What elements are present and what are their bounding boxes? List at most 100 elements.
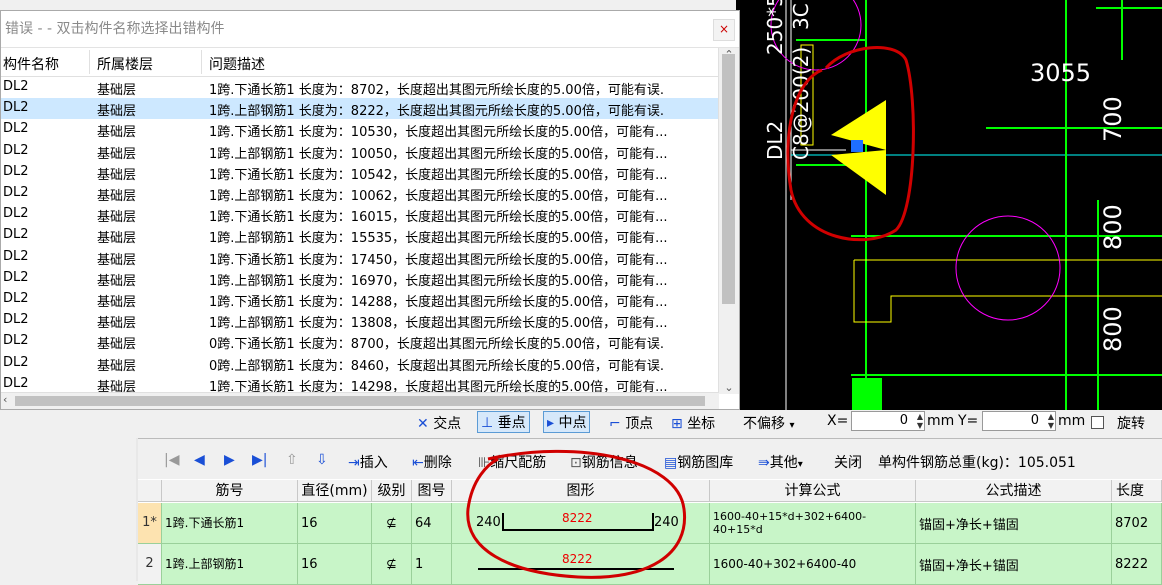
floor-name: 基础层 xyxy=(97,316,137,332)
floor-name: 基础层 xyxy=(97,83,137,98)
grade-icon: ⊈ xyxy=(386,556,397,572)
next-record-icon[interactable]: ▶ xyxy=(224,452,235,468)
snap-intersection[interactable]: ✕ 交点 xyxy=(417,413,461,433)
insert-button[interactable]: ⇥插入 xyxy=(348,452,388,472)
floor-name: 基础层 xyxy=(97,146,137,162)
component-name: DL2 xyxy=(3,312,29,328)
floor-name: 基础层 xyxy=(97,337,137,353)
column-header-diameter[interactable]: 直径(mm) xyxy=(298,480,372,502)
error-list: DL2 基础层 1跨.下通长筋1 长度为：8702，长度超出其图元所绘长度的5.00… xyxy=(1,77,719,395)
column-header-formula-desc[interactable]: 公式描述 xyxy=(916,480,1112,502)
first-record-icon[interactable]: |◀ xyxy=(164,452,179,468)
scroll-left-icon[interactable]: ‹ xyxy=(3,393,7,406)
list-item[interactable]: DL2 基础层 1跨.下通长筋1 长度为：10530，长度超出其图元所绘长度的5.0… xyxy=(1,119,719,140)
list-item[interactable]: DL2 基础层 1跨.上部钢筋1 长度为：15535，长度超出其图元所绘长度的5.0… xyxy=(1,225,719,246)
last-record-icon[interactable]: ▶| xyxy=(252,452,267,468)
component-name: DL2 xyxy=(3,79,29,94)
diameter-cell[interactable]: 16 xyxy=(298,503,372,543)
x-label: X= xyxy=(827,413,849,429)
close-panel-button[interactable]: 关闭 xyxy=(834,452,862,472)
formula-value: 1600-40+15*d+302+6400-40+15*d xyxy=(713,510,867,536)
length-value: 8222 xyxy=(1115,556,1149,572)
list-item[interactable]: DL2 基础层 1跨.上部钢筋1 长度为：8222，长度超出其图元所绘长度的5.00… xyxy=(1,98,719,120)
column-circle xyxy=(955,215,1061,321)
formula-cell[interactable]: 1600-40+302+6400-40 xyxy=(710,544,916,584)
row-number[interactable]: 1* xyxy=(138,503,162,543)
snap-perpendicular[interactable]: ⊥ 垂点 xyxy=(477,411,530,433)
list-item[interactable]: DL2 基础层 1跨.上部钢筋1 长度为：13808，长度超出其图元所绘长度的5.0… xyxy=(1,310,719,331)
formula-desc-cell[interactable]: 锚固+净长+锚固 xyxy=(916,544,1112,584)
column-header-bar-no[interactable]: 筋号 xyxy=(162,480,298,502)
floor-name: 基础层 xyxy=(97,231,137,247)
snap-vertex[interactable]: ⌐ 顶点 xyxy=(609,413,653,433)
grade-cell[interactable]: ⊈ xyxy=(372,503,412,543)
column-header-length[interactable]: 长度(m xyxy=(1112,480,1162,502)
list-item[interactable]: DL2 基础层 1跨.下通长筋1 长度为：8702，长度超出其图元所绘长度的5.00… xyxy=(1,77,719,98)
bar-name-cell[interactable]: 1跨.上部钢筋1 xyxy=(162,544,298,584)
rotate-label: 旋转 xyxy=(1117,416,1145,432)
cad-drawing-canvas[interactable]: 250*500 DL2 C8@200(2) 3C 3055 700 800 80… xyxy=(736,0,1162,410)
row-number[interactable]: 2 xyxy=(138,544,162,584)
bar-name: 1跨.下通长筋1 xyxy=(165,515,245,530)
x-coordinate-input[interactable]: 0 ▲ ▼ xyxy=(851,411,925,431)
y-coordinate-input[interactable]: 0 ▲ ▼ xyxy=(982,411,1056,431)
close-button[interactable]: × xyxy=(713,19,735,41)
list-item[interactable]: DL2 基础层 1跨.上部钢筋1 长度为：10062，长度超出其图元所绘长度的5.0… xyxy=(1,183,719,204)
dimension-800-b: 800 xyxy=(1099,306,1127,352)
vertical-scrollbar[interactable]: ⌃ ⌄ xyxy=(718,48,739,394)
list-item[interactable]: DL2 基础层 1跨.下通长筋1 长度为：16015，长度超出其图元所绘长度的5.0… xyxy=(1,204,719,225)
list-item[interactable]: DL2 基础层 1跨.上部钢筋1 长度为：16970，长度超出其图元所绘长度的5.0… xyxy=(1,268,719,289)
column-header-name[interactable]: 构件名称 xyxy=(3,54,59,74)
fig-no-cell[interactable]: 1 xyxy=(412,544,452,584)
move-up-icon[interactable]: ⇧ xyxy=(286,452,298,468)
list-item[interactable]: DL2 基础层 0跨.下通长筋1 长度为：8700，长度超出其图元所绘长度的5.00… xyxy=(1,331,719,352)
move-down-icon[interactable]: ⇩ xyxy=(316,452,328,468)
problem-description: 1跨.上部钢筋1 长度为：13808，长度超出其图元所绘长度的5.00倍，可能有… xyxy=(209,316,668,332)
list-item[interactable]: DL2 基础层 0跨.上部钢筋1 长度为：8460，长度超出其图元所绘长度的5.00… xyxy=(1,353,719,374)
marker-triangle xyxy=(831,150,886,195)
error-dialog-titlebar[interactable]: 错误 - - 双击构件名称选择出错构件 × xyxy=(1,11,739,48)
horizontal-scrollbar[interactable]: ‹ xyxy=(1,392,719,409)
rotate-checkbox[interactable] xyxy=(1091,416,1104,429)
row-number-header xyxy=(138,480,162,502)
fig-no-cell[interactable]: 64 xyxy=(412,503,452,543)
x-unit: mm xyxy=(927,413,955,429)
column-header-floor[interactable]: 所属楼层 xyxy=(97,54,153,74)
grade-cell[interactable]: ⊈ xyxy=(372,544,412,584)
list-item[interactable]: DL2 基础层 1跨.下通长筋1 长度为：10542，长度超出其图元所绘长度的5.0… xyxy=(1,162,719,183)
error-list-header: 构件名称 所属楼层 问题描述 xyxy=(1,48,719,77)
other-menu-button[interactable]: ⇛其他▾ xyxy=(758,452,803,472)
delete-button[interactable]: ⇤删除 xyxy=(412,452,452,472)
component-name: DL2 xyxy=(3,185,29,200)
vertex-icon: ⌐ xyxy=(609,416,621,432)
list-item[interactable]: DL2 基础层 1跨.上部钢筋1 长度为：10050，长度超出其图元所绘长度的5.0… xyxy=(1,141,719,162)
list-item[interactable]: DL2 基础层 1跨.下通长筋1 长度为：17450，长度超出其图元所绘长度的5.0… xyxy=(1,247,719,268)
component-name: DL2 xyxy=(3,354,29,370)
component-name: DL2 xyxy=(3,100,29,116)
formula-desc-cell[interactable]: 锚固+净长+锚固 xyxy=(916,503,1112,543)
bar-name-cell[interactable]: 1跨.下通长筋1 xyxy=(162,503,298,543)
formula-cell[interactable]: 1600-40+15*d+302+6400-40+15*d xyxy=(710,503,916,543)
column-header-formula[interactable]: 计算公式 xyxy=(710,480,916,502)
previous-record-icon[interactable]: ◀ xyxy=(194,452,205,468)
length-cell[interactable]: 8222 xyxy=(1112,544,1162,584)
scroll-down-icon[interactable]: ⌄ xyxy=(719,381,739,394)
column-header-grade[interactable]: 级别 xyxy=(372,480,412,502)
offset-mode-dropdown[interactable]: 不偏移 ▾ xyxy=(743,413,794,433)
scroll-thumb[interactable] xyxy=(15,396,705,406)
spinner-icon[interactable]: ▲ ▼ xyxy=(1048,412,1054,430)
spinner-icon[interactable]: ▲ ▼ xyxy=(917,412,923,430)
snap-coordinate[interactable]: ⊞ 坐标 xyxy=(671,413,715,433)
component-name: DL2 xyxy=(3,248,29,264)
red-annotation-circle xyxy=(466,449,687,579)
grade-icon: ⊈ xyxy=(386,515,397,531)
list-item[interactable]: DL2 基础层 1跨.下通长筋1 长度为：14288，长度超出其图元所绘长度的5.0… xyxy=(1,289,719,310)
scroll-thumb[interactable] xyxy=(722,54,735,304)
fig-no-value: 1 xyxy=(415,556,424,572)
insert-icon: ⇥ xyxy=(348,455,360,471)
length-cell[interactable]: 8702 xyxy=(1112,503,1162,543)
column-header-description[interactable]: 问题描述 xyxy=(209,54,265,74)
diameter-cell[interactable]: 16 xyxy=(298,544,372,584)
snap-midpoint[interactable]: ▸ 中点 xyxy=(543,411,591,433)
column-header-fig-no[interactable]: 图号 xyxy=(412,480,452,502)
